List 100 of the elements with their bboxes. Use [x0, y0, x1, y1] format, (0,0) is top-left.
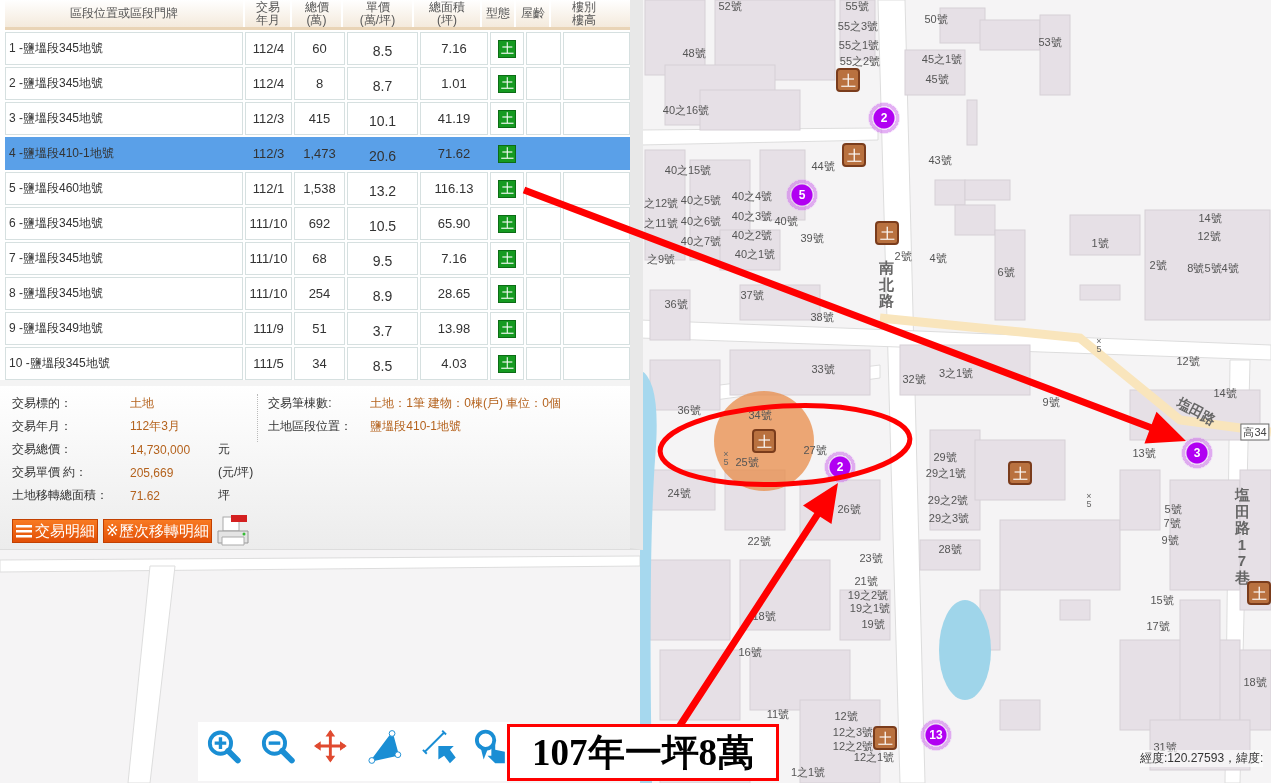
table-cell: 41.19 [420, 102, 488, 135]
house-number-label: 22號 [747, 535, 771, 547]
table-row[interactable]: 2 -鹽塭段345地號 112/4 8 8.7 1.01 土 [5, 67, 630, 100]
polygon-icon[interactable] [367, 728, 403, 765]
column-header[interactable]: 樓高 [571, 13, 596, 27]
table-cell: 415 [294, 102, 345, 135]
table-cell: 111/5 [245, 347, 292, 380]
column-header[interactable]: 總價 [304, 0, 329, 14]
zoom-in-icon[interactable] [206, 728, 242, 765]
cluster-marker[interactable]: 5 [786, 179, 818, 211]
column-header[interactable]: 總面積 [429, 0, 465, 14]
table-row[interactable]: 1 -鹽塭段345地號 112/4 60 8.5 7.16 土 [5, 32, 630, 65]
house-number-label: 33號 [811, 363, 835, 375]
land-type-badge: 土 [498, 144, 516, 163]
column-header[interactable]: (萬) [306, 13, 327, 27]
land-marker[interactable]: 土 [875, 221, 899, 245]
house-number-label: 32號 [902, 373, 926, 385]
house-number-label: 12之3號 [832, 726, 874, 738]
house-number-label: 13號 [1132, 447, 1156, 459]
land-type-badge: 土 [498, 319, 516, 338]
table-cell: 68 [294, 242, 345, 275]
unit-label: 坪 [218, 487, 231, 504]
house-number-label: 29之1號 [925, 467, 967, 479]
land-marker[interactable]: 土 [1008, 461, 1032, 485]
land-marker[interactable]: 土 [873, 726, 897, 750]
measure-arrow-icon[interactable] [420, 728, 457, 765]
field-label: 交易年月： [12, 418, 73, 435]
table-row[interactable]: 6 -鹽塭段345地號 111/10 692 10.5 65.90 土 [5, 207, 630, 240]
house-number-label: 11號 [766, 708, 790, 720]
table-row[interactable]: 4 -鹽塭段410-1地號 112/3 1,473 20.6 71.62 土 [5, 137, 630, 170]
table-row[interactable]: 10 -鹽塭段345地號 111/5 34 8.5 4.03 土 [5, 347, 630, 380]
table-cell: 4.03 [420, 347, 488, 380]
table-cell: 5 -鹽塭段460地號 [5, 172, 243, 205]
house-number-label: 9號 [1042, 396, 1060, 408]
elevation-mark: × 5 [723, 449, 729, 467]
column-header[interactable]: 屋齡 [520, 7, 545, 20]
field-label: 交易標的： [12, 395, 73, 412]
house-number-label: 19之2號 [847, 589, 889, 601]
house-number-label: 29之2號 [927, 494, 969, 506]
column-header[interactable]: 單價 [365, 0, 390, 14]
house-number-label: 2號 [1149, 259, 1167, 271]
building [1059, 599, 1091, 621]
table-cell: 111/10 [245, 207, 292, 240]
house-number-label: 55號 [845, 0, 869, 12]
pdf-printer-icon[interactable] [216, 515, 249, 547]
house-number-label: 18號 [1243, 676, 1267, 688]
house-number-label: 之12號 [643, 197, 679, 209]
column-header[interactable]: (坪) [437, 13, 457, 27]
column-header[interactable]: 型態 [486, 7, 510, 20]
house-number-label: 40號 [774, 215, 798, 227]
coordinate-readout: 經度:120.27593，緯度: [1140, 750, 1264, 767]
land-type-badge: 土 [498, 39, 516, 58]
house-number-label: 14號 [1213, 387, 1237, 399]
house-number-label: 36號 [677, 404, 701, 416]
land-marker[interactable]: 土 [1247, 581, 1271, 605]
table-cell: 8 [294, 67, 345, 100]
house-number-label: 16號 [738, 646, 762, 658]
table-cell: 8 -鹽塭段345地號 [5, 277, 243, 310]
land-marker[interactable]: 土 [752, 429, 776, 453]
elevation-mark: × 5 [1096, 336, 1102, 354]
house-number-label: 29之3號 [928, 512, 970, 524]
house-number-label: 40之7號 [680, 235, 722, 247]
land-marker[interactable]: 土 [842, 143, 866, 167]
table-row[interactable]: 8 -鹽塭段345地號 111/10 254 8.9 28.65 土 [5, 277, 630, 310]
table-row[interactable]: 9 -鹽塭段349地號 111/9 51 3.7 13.98 土 [5, 312, 630, 345]
column-header[interactable]: 樓別 [571, 0, 596, 14]
table-cell: 1 -鹽塭段345地號 [5, 32, 243, 65]
table-cell: 111/9 [245, 312, 292, 345]
move-arrows-icon[interactable] [313, 728, 349, 765]
column-header[interactable]: 年月 [255, 13, 280, 27]
house-number-label: 19之1號 [849, 602, 891, 614]
house-number-label: 之11號 [644, 217, 678, 229]
house-number-label: 55之1號 [838, 39, 880, 51]
land-type-badge: 土 [498, 284, 516, 303]
cluster-marker[interactable]: 13 [920, 719, 952, 751]
table-cell: 8.9 [347, 277, 418, 310]
house-number-label: 55之2號 [839, 55, 881, 67]
zoom-out-icon[interactable] [259, 728, 296, 765]
house-number-label: 12之1號 [853, 751, 895, 763]
table-cell: 65.90 [420, 207, 488, 240]
table-cell: 8.5 [347, 32, 418, 65]
table-cell: 7 -鹽塭段345地號 [5, 242, 243, 275]
table-cell: 692 [294, 207, 345, 240]
house-number-label: 14號 [1198, 212, 1222, 224]
column-header[interactable]: (萬/坪) [359, 13, 396, 27]
column-header[interactable]: 交易 [255, 0, 280, 14]
house-number-label: 19號 [861, 618, 885, 630]
table-row[interactable]: 3 -鹽塭段345地號 112/3 415 10.1 41.19 土 [5, 102, 630, 135]
column-header[interactable]: 區段位置或區段門牌 [70, 7, 178, 20]
table-cell: 112/1 [245, 172, 292, 205]
table-cell: 9.5 [347, 242, 418, 275]
land-marker[interactable]: 土 [836, 68, 860, 92]
table-row[interactable]: 5 -鹽塭段460地號 112/1 1,538 13.2 116.13 土 [5, 172, 630, 205]
building [966, 99, 978, 146]
table-cell: 116.13 [420, 172, 488, 205]
cluster-marker[interactable]: 2 [868, 102, 900, 134]
table-cell: 112/4 [245, 67, 292, 100]
house-number-label: 29號 [933, 451, 957, 463]
cluster-marker[interactable]: 3 [1181, 437, 1213, 469]
table-row[interactable]: 7 -鹽塭段345地號 111/10 68 9.5 7.16 土 [5, 242, 630, 275]
